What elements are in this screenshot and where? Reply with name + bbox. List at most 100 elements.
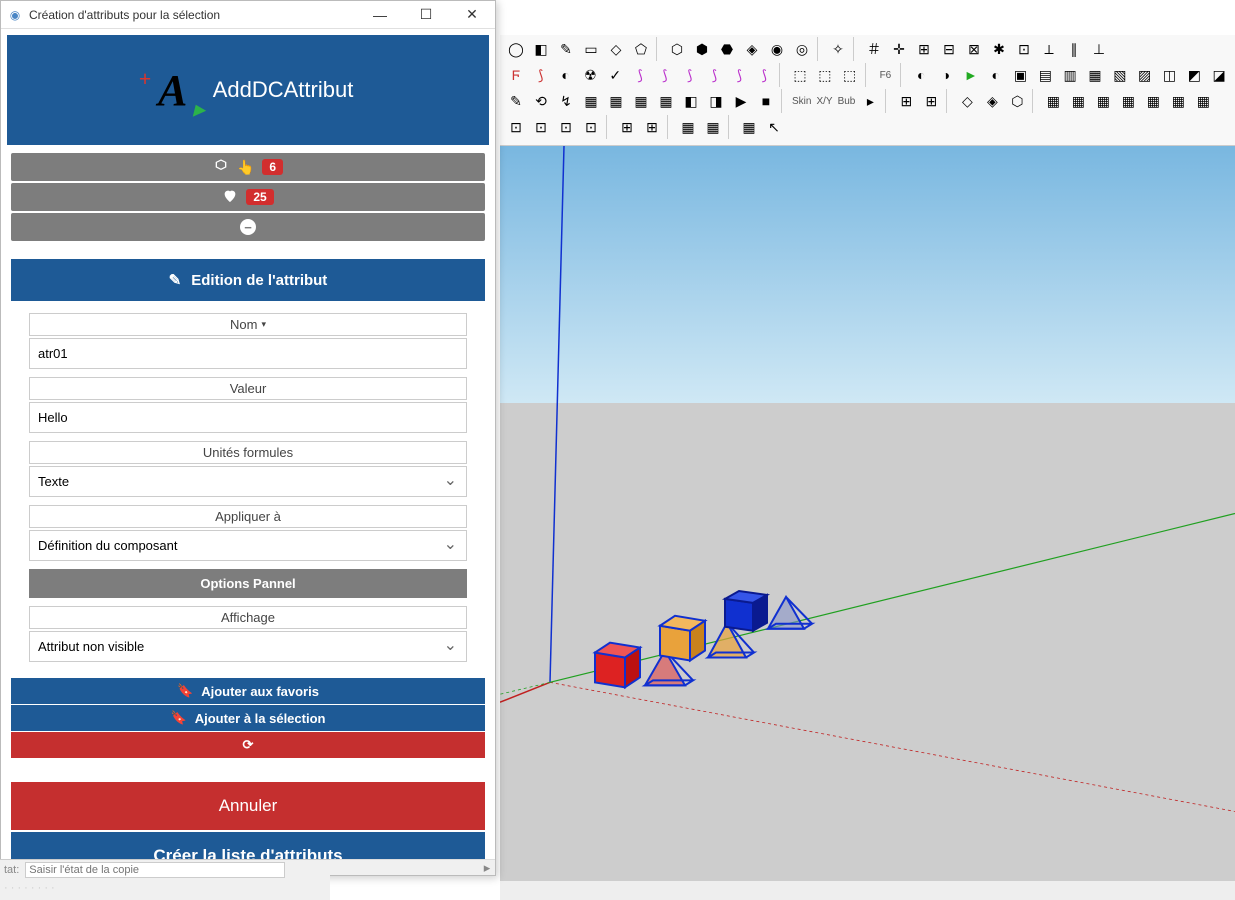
tool-btn[interactable]: ►	[959, 63, 983, 87]
tool-btn[interactable]: ⊟	[937, 37, 961, 61]
tool-btn[interactable]: ⬣	[715, 37, 739, 61]
tool-btn[interactable]: ⊠	[962, 37, 986, 61]
scroll-right-arrow[interactable]: ▸	[479, 860, 495, 875]
tool-btn[interactable]: ▧	[1108, 63, 1132, 87]
tool-btn[interactable]: ◫	[1158, 63, 1182, 87]
tool-btn[interactable]: ◧	[679, 89, 703, 113]
tool-btn[interactable]: ◯	[504, 37, 528, 61]
tool-btn[interactable]: ▦	[1116, 89, 1140, 113]
tool-btn[interactable]: ⟆	[703, 63, 727, 87]
tool-btn[interactable]: ⟆	[752, 63, 776, 87]
tool-btn[interactable]: ▦	[737, 115, 761, 139]
tool-btn[interactable]: ✛	[887, 37, 911, 61]
tool-btn[interactable]: ✱	[987, 37, 1011, 61]
tool-btn[interactable]: ✎	[504, 89, 528, 113]
tool-btn[interactable]: ▶	[729, 89, 753, 113]
tool-btn[interactable]: ⊞	[894, 89, 918, 113]
tool-btn[interactable]: ▦	[1141, 89, 1165, 113]
create-list-button[interactable]: Créer la liste d'attributs	[11, 832, 485, 859]
tool-btn[interactable]: ⬢	[690, 37, 714, 61]
tool-btn[interactable]: ▦	[579, 89, 603, 113]
value-input[interactable]	[29, 402, 467, 433]
tool-btn[interactable]: ◩	[1182, 63, 1206, 87]
tool-btn[interactable]: ◎	[790, 37, 814, 61]
tool-btn[interactable]: ↖	[762, 115, 786, 139]
tool-btn[interactable]: ⊥	[1087, 37, 1111, 61]
tool-btn[interactable]: ◐	[909, 63, 933, 87]
reset-button[interactable]: ⟳	[11, 732, 485, 758]
tool-btn[interactable]: ＃	[862, 37, 886, 61]
tool-btn[interactable]: ⬠	[629, 37, 653, 61]
tool-btn[interactable]: ▤	[1033, 63, 1057, 87]
tool-btn[interactable]: ◐	[554, 63, 578, 87]
tool-btn[interactable]: ▦	[654, 89, 678, 113]
tool-btn[interactable]: ▥	[1058, 63, 1082, 87]
tool-btn[interactable]: ■	[754, 89, 778, 113]
tool-btn[interactable]: ⊞	[640, 115, 664, 139]
tool-btn[interactable]: ◇	[604, 37, 628, 61]
tool-btn[interactable]: ⊡	[504, 115, 528, 139]
tool-btn[interactable]: ⬚	[838, 63, 862, 87]
tool-btn[interactable]: ▦	[1041, 89, 1065, 113]
tool-btn[interactable]: ◨	[704, 89, 728, 113]
tool-btn[interactable]: ⊞	[919, 89, 943, 113]
tool-btn[interactable]: ⊡	[554, 115, 578, 139]
tool-btn[interactable]: ▦	[629, 89, 653, 113]
tool-btn[interactable]: ◈	[980, 89, 1004, 113]
tool-btn[interactable]: ⬚	[788, 63, 812, 87]
tool-btn[interactable]: ▦	[701, 115, 725, 139]
tool-btn[interactable]: ⊡	[529, 115, 553, 139]
tool-btn[interactable]: ⟆	[653, 63, 677, 87]
tool-btn[interactable]: F6	[874, 63, 898, 87]
add-favorite-button[interactable]: 🔖 Ajouter aux favoris	[11, 678, 485, 704]
tool-btn[interactable]: ◐	[984, 63, 1008, 87]
components-bar[interactable]: 👆 6	[11, 153, 485, 181]
tool-btn[interactable]: ⟲	[529, 89, 553, 113]
tool-btn[interactable]: ✎	[554, 37, 578, 61]
etat-input[interactable]	[25, 862, 285, 878]
add-selection-button[interactable]: 🔖 Ajouter à la sélection	[11, 705, 485, 731]
tool-btn[interactable]: ◇	[955, 89, 979, 113]
tool-btn[interactable]: ⟆	[529, 63, 553, 87]
tool-btn[interactable]: ✧	[826, 37, 850, 61]
apply-select[interactable]: Définition du composant	[29, 530, 467, 561]
units-select[interactable]: Texte	[29, 466, 467, 497]
name-input[interactable]	[29, 338, 467, 369]
collapse-bar[interactable]: −	[11, 213, 485, 241]
tool-btn[interactable]: ▦	[1166, 89, 1190, 113]
options-pannel-button[interactable]: Options Pannel	[29, 569, 467, 598]
tool-btn[interactable]: ▸	[858, 89, 882, 113]
tool-btn[interactable]: ⊡	[579, 115, 603, 139]
tool-btn[interactable]: ☢	[578, 63, 602, 87]
tool-btn[interactable]: ▦	[1091, 89, 1115, 113]
cancel-button[interactable]: Annuler	[11, 782, 485, 830]
tool-btn[interactable]: ⊡	[1012, 37, 1036, 61]
tool-btn[interactable]: ◈	[740, 37, 764, 61]
tool-btn[interactable]: ⟆	[628, 63, 652, 87]
tool-btn[interactable]: ▨	[1133, 63, 1157, 87]
name-label[interactable]: Nom ▾	[29, 313, 467, 336]
tool-btn[interactable]: Ϝ	[504, 63, 528, 87]
tool-btn[interactable]: ◧	[529, 37, 553, 61]
titlebar[interactable]: ◉ Création d'attributs pour la sélection…	[1, 1, 495, 29]
tool-btn[interactable]: ⟆	[678, 63, 702, 87]
tool-btn[interactable]: ✓	[603, 63, 627, 87]
tool-btn[interactable]: ∥	[1062, 37, 1086, 61]
tool-btn[interactable]: ⟆	[727, 63, 751, 87]
tool-btn[interactable]: ▦	[1066, 89, 1090, 113]
tool-btn[interactable]: ◉	[765, 37, 789, 61]
tool-btn[interactable]: ▭	[579, 37, 603, 61]
minimize-button[interactable]: —	[357, 1, 403, 29]
tool-btn[interactable]: ▣	[1009, 63, 1033, 87]
tool-btn[interactable]: ▦	[1083, 63, 1107, 87]
tool-btn[interactable]: ◪	[1207, 63, 1231, 87]
tool-btn[interactable]: ◑	[934, 63, 958, 87]
tool-btn[interactable]: ⊞	[615, 115, 639, 139]
close-button[interactable]: ✕	[449, 1, 495, 29]
tool-btn[interactable]: ⬡	[665, 37, 689, 61]
tool-btn[interactable]: ▦	[1191, 89, 1215, 113]
tool-btn[interactable]: ▦	[676, 115, 700, 139]
tool-btn[interactable]: ⊞	[912, 37, 936, 61]
maximize-button[interactable]: ☐	[403, 1, 449, 29]
viewport-3d[interactable]	[500, 146, 1235, 881]
